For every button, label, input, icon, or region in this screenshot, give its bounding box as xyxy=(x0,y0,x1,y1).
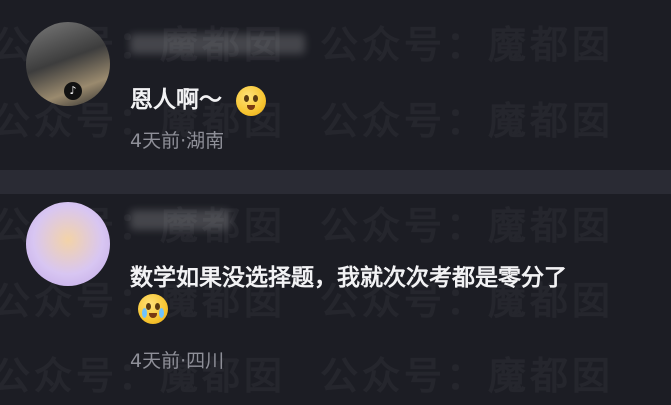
tiktok-icon: ♪ xyxy=(64,82,82,100)
comment-item: ♪ 恩人啊～ 4天前·湖南 xyxy=(0,0,671,170)
divider xyxy=(0,170,671,194)
pleading-face-hands-emoji-icon xyxy=(236,85,267,116)
username-blurred[interactable] xyxy=(130,34,305,54)
comment-item: 数学如果没选择题，我就次次考都是零分了 4天前·四川 xyxy=(0,194,671,405)
comment-text-label: 恩人啊～ xyxy=(130,87,222,113)
avatar[interactable] xyxy=(26,202,110,286)
comment-meta: 4天前·四川 xyxy=(130,350,225,372)
username-blurred[interactable] xyxy=(130,210,230,230)
teary-face-emoji-icon xyxy=(138,294,168,324)
comment-text: 数学如果没选择题，我就次次考都是零分了 xyxy=(130,258,567,292)
comment-text: 恩人啊～ xyxy=(130,80,267,116)
comment-meta: 4天前·湖南 xyxy=(130,130,225,152)
comment-text-label: 数学如果没选择题，我就次次考都是零分了 xyxy=(130,265,567,291)
